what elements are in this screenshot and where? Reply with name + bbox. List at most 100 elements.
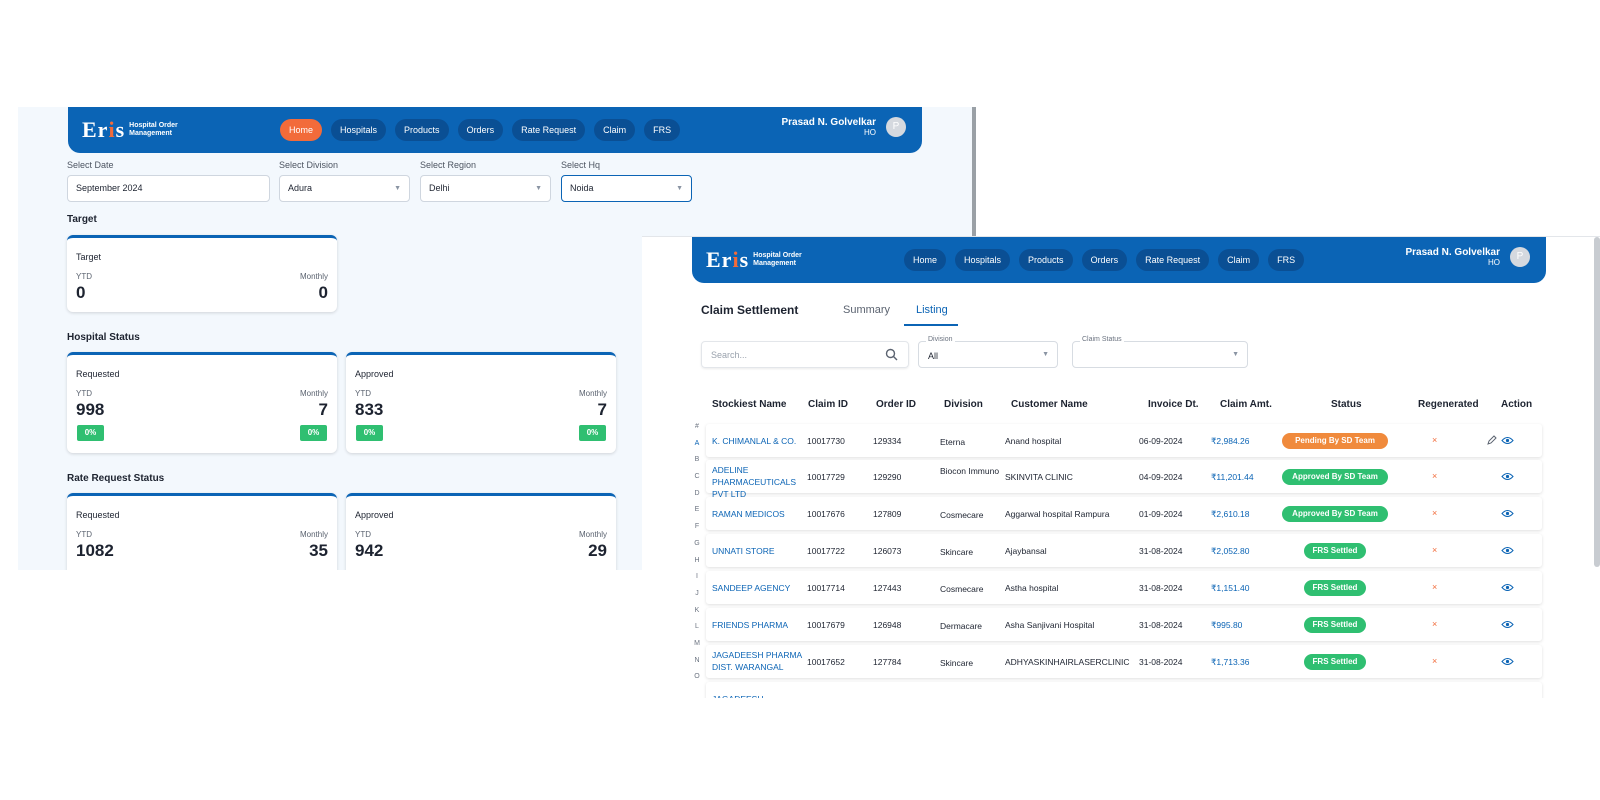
user-menu[interactable]: Prasad N. Golvelkar HO P xyxy=(1406,247,1530,267)
invoice-date-cell: 31-08-2024 xyxy=(1139,583,1183,593)
stockiest-name-link[interactable]: FRIENDS PHARMA xyxy=(712,619,808,631)
table-row[interactable]: SANDEEP AGENCY 10017714 127443 Cosmecare Ast… xyxy=(706,571,1542,604)
claim-amount-link[interactable]: ₹995.80 xyxy=(1211,620,1242,631)
invoice-date-cell: 31-08-2024 xyxy=(1139,546,1183,556)
view-eye-icon[interactable] xyxy=(1501,546,1514,555)
alphabet-letter[interactable]: H xyxy=(692,557,702,574)
brand-logo[interactable]: Eris Hospital Order Management xyxy=(82,117,189,143)
card-title: Requested xyxy=(76,510,120,520)
nav-claim[interactable]: Claim xyxy=(1218,249,1260,271)
column-header-action[interactable]: Action xyxy=(1501,399,1532,410)
alphabet-letter[interactable]: L xyxy=(692,623,702,640)
stockiest-name-link[interactable]: K. CHIMANLAL & CO. xyxy=(712,435,808,447)
column-header-invoice-date[interactable]: Invoice Dt. xyxy=(1148,399,1199,410)
table-row[interactable]: UNNATI STORE 10017722 126073 Skincare Ajayba… xyxy=(706,534,1542,567)
column-header-regenerated[interactable]: Regenerated xyxy=(1418,399,1479,410)
claim-amount-link[interactable]: ₹11,201.44 xyxy=(1211,472,1254,483)
alphabet-letter[interactable]: D xyxy=(692,490,702,507)
ytd-percent-badge: 0% xyxy=(77,425,104,441)
customer-name-cell: Anand hospital xyxy=(1005,436,1062,446)
tab-summary[interactable]: Summary xyxy=(843,304,890,316)
alphabet-letter[interactable]: F xyxy=(692,523,702,540)
table-row[interactable]: JAGADEESH PHARMA DIST. WARANGAL 10017652 1… xyxy=(706,645,1542,678)
claim-amount-link[interactable]: ₹2,052.80 xyxy=(1211,546,1250,557)
claim-amount-link[interactable]: ₹1,713.36 xyxy=(1211,657,1250,668)
nav-orders[interactable]: Orders xyxy=(1081,249,1128,271)
alphabet-letter[interactable]: J xyxy=(692,590,702,607)
stockiest-name-link[interactable]: JAGADEESH xyxy=(712,693,808,698)
date-field[interactable]: September 2024 xyxy=(67,175,270,202)
stockiest-name-link[interactable]: JAGADEESH PHARMA DIST. WARANGAL xyxy=(712,649,808,673)
division-select[interactable]: Division All ▼ xyxy=(918,336,1058,368)
stockiest-name-link[interactable]: RAMAN MEDICOS xyxy=(712,508,808,520)
edit-icon[interactable] xyxy=(1486,435,1497,446)
ytd-label: YTD xyxy=(355,530,371,539)
column-header-status[interactable]: Status xyxy=(1331,399,1362,410)
tab-listing[interactable]: Listing xyxy=(916,304,948,316)
nav-home[interactable]: Home xyxy=(904,249,947,271)
nav-products[interactable]: Products xyxy=(1019,249,1073,271)
column-header-division[interactable]: Division xyxy=(944,399,983,410)
stockiest-name-link[interactable]: ADELINE PHARMACEUTICALS PVT LTD xyxy=(712,464,808,500)
search-input[interactable]: Search... xyxy=(701,341,909,368)
region-select[interactable]: Delhi ▼ xyxy=(420,175,551,202)
view-eye-icon[interactable] xyxy=(1501,657,1514,666)
column-header-stockiest-name[interactable]: Stockiest Name xyxy=(712,399,786,410)
nav-frs[interactable]: FRS xyxy=(644,119,681,141)
alphabet-letter[interactable]: O xyxy=(692,673,702,690)
user-role: HO xyxy=(864,128,876,137)
avatar[interactable]: P xyxy=(886,117,906,137)
claim-status-select[interactable]: Claim Status ▼ xyxy=(1072,336,1248,368)
view-eye-icon[interactable] xyxy=(1501,472,1514,481)
avatar[interactable]: P xyxy=(1510,247,1530,267)
alphabet-letter[interactable]: B xyxy=(692,456,702,473)
alphabet-letter[interactable]: E xyxy=(692,506,702,523)
division-select[interactable]: Adura ▼ xyxy=(279,175,410,202)
table-row[interactable]: RAMAN MEDICOS 10017676 127809 Cosmecare Agga… xyxy=(706,497,1542,530)
alphabet-letter[interactable]: K xyxy=(692,607,702,624)
card-title: Target xyxy=(76,252,102,262)
table-row[interactable]: JAGADEESH xyxy=(706,682,1542,698)
view-eye-icon[interactable] xyxy=(1501,583,1514,592)
alphabet-letter[interactable]: G xyxy=(692,540,702,557)
nav-orders[interactable]: Orders xyxy=(457,119,504,141)
column-header-claim-amount[interactable]: Claim Amt. xyxy=(1220,399,1272,410)
nav-hospitals[interactable]: Hospitals xyxy=(955,249,1011,271)
column-header-customer-name[interactable]: Customer Name xyxy=(1011,399,1088,410)
view-eye-icon[interactable] xyxy=(1501,509,1514,518)
alphabet-letter[interactable]: A xyxy=(692,440,702,457)
nav-home[interactable]: Home xyxy=(280,119,323,141)
vertical-scrollbar[interactable] xyxy=(1594,237,1600,567)
column-header-claim-id[interactable]: Claim ID xyxy=(808,399,848,410)
stockiest-name-link[interactable]: UNNATI STORE xyxy=(712,545,808,557)
claim-amount-link[interactable]: ₹1,151.40 xyxy=(1211,583,1250,594)
nav-frs[interactable]: FRS xyxy=(1268,249,1305,271)
table-row[interactable]: FRIENDS PHARMA 10017679 126948 Dermacare Ash… xyxy=(706,608,1542,641)
ytd-value: 942 xyxy=(355,541,384,560)
alphabet-letter[interactable]: # xyxy=(692,423,702,440)
claim-amount-link[interactable]: ₹2,984.26 xyxy=(1211,436,1250,447)
search-icon[interactable] xyxy=(885,348,898,361)
nav-rate-request[interactable]: Rate Request xyxy=(1136,249,1210,271)
claim-amount-link[interactable]: ₹2,610.18 xyxy=(1211,509,1250,520)
alphabet-letter[interactable]: M xyxy=(692,640,702,657)
nav-products[interactable]: Products xyxy=(395,119,449,141)
hq-select[interactable]: Noida ▼ xyxy=(561,175,692,202)
view-eye-icon[interactable] xyxy=(1501,620,1514,629)
table-row[interactable]: ADELINE PHARMACEUTICALS PVT LTD 10017729 1… xyxy=(706,460,1542,499)
monthly-value: 29 xyxy=(588,541,607,560)
user-menu[interactable]: Prasad N. Golvelkar HO P xyxy=(782,117,906,137)
alphabet-letter[interactable]: C xyxy=(692,473,702,490)
date-filter-label: Select Date xyxy=(67,160,114,170)
alphabet-letter[interactable]: I xyxy=(692,573,702,590)
nav-hospitals[interactable]: Hospitals xyxy=(331,119,387,141)
alphabet-letter[interactable]: N xyxy=(692,657,702,674)
column-header-order-id[interactable]: Order ID xyxy=(876,399,916,410)
nav-rate-request[interactable]: Rate Request xyxy=(512,119,586,141)
stockiest-name-link[interactable]: SANDEEP AGENCY xyxy=(712,582,808,594)
brand-logo[interactable]: Eris Hospital Order Management xyxy=(706,247,813,273)
table-row[interactable]: K. CHIMANLAL & CO. 10017730 129334 Eterna An… xyxy=(706,424,1542,457)
view-eye-icon[interactable] xyxy=(1501,436,1514,445)
nav-claim[interactable]: Claim xyxy=(594,119,636,141)
division-label: Division xyxy=(926,336,955,343)
